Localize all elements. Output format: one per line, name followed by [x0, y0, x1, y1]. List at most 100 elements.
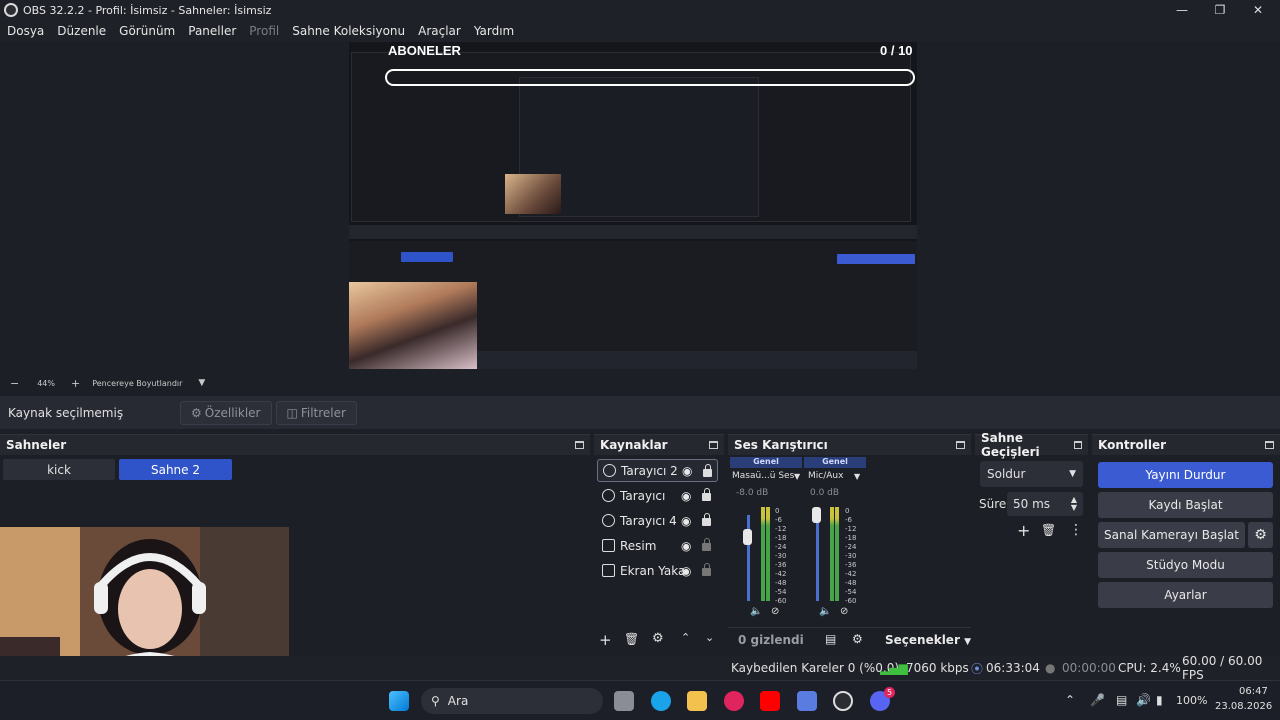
- unlock-icon[interactable]: [702, 538, 711, 551]
- studio-mode-button[interactable]: Stüdyo Modu: [1098, 552, 1273, 578]
- windows-start-icon[interactable]: [389, 691, 409, 711]
- gear-icon[interactable]: ⚙: [1248, 522, 1273, 548]
- menu-paneller[interactable]: Paneller: [188, 24, 236, 38]
- channel-2-name[interactable]: Mic/Aux: [808, 471, 843, 481]
- chevron-up-icon[interactable]: ⌃: [1065, 693, 1075, 707]
- menu-sahne-koleksiyonu[interactable]: Sahne Koleksiyonu: [292, 24, 405, 38]
- taskbar-search[interactable]: ⚲ Ara: [421, 688, 603, 714]
- source-item-resim[interactable]: Resim ◉: [597, 534, 718, 557]
- settings-button[interactable]: Ayarlar: [1098, 582, 1273, 608]
- transition-select[interactable]: Soldur ▼: [980, 461, 1083, 487]
- eye-icon[interactable]: ◉: [682, 464, 692, 478]
- trash-icon[interactable]: 🗑: [624, 632, 639, 646]
- trash-icon[interactable]: 🗑: [1041, 523, 1056, 537]
- gear-icon[interactable]: ⚙: [852, 632, 863, 646]
- record-icon: ●: [1045, 661, 1056, 675]
- app-icon[interactable]: [797, 691, 817, 711]
- more-options-icon[interactable]: ⋮: [1069, 522, 1083, 538]
- cpu-usage: CPU: 2.4%: [1118, 661, 1181, 675]
- eye-icon[interactable]: ◉: [681, 564, 691, 578]
- channel-1-name[interactable]: Masaü...ü Ses: [732, 471, 794, 481]
- zoom-out-button[interactable]: −: [10, 377, 19, 390]
- preview-canvas[interactable]: [349, 42, 917, 369]
- mute-icon[interactable]: ⊘: [771, 606, 779, 617]
- lock-icon[interactable]: [703, 464, 712, 477]
- menu-profil[interactable]: Profil: [249, 24, 279, 38]
- volume-icon[interactable]: 🔊: [1136, 693, 1151, 707]
- edge-icon[interactable]: [651, 691, 671, 711]
- channel-2-fader[interactable]: [816, 515, 819, 601]
- fit-to-window[interactable]: Pencereye Boyutlandır: [92, 379, 182, 388]
- add-source-icon[interactable]: +: [599, 631, 612, 649]
- eye-icon[interactable]: ◉: [681, 539, 691, 553]
- stepper-icon[interactable]: ▲ ▼: [1071, 496, 1077, 512]
- start-recording-button[interactable]: Kaydı Başlat: [1098, 492, 1273, 518]
- source-item-tarayici[interactable]: Tarayıcı ◉: [597, 484, 718, 507]
- lock-icon[interactable]: [702, 488, 711, 501]
- move-up-icon[interactable]: ⌃: [681, 631, 690, 644]
- popout-icon[interactable]: [709, 441, 718, 449]
- duration-input[interactable]: 50 ms ▲ ▼: [1007, 492, 1083, 516]
- chevron-down-icon[interactable]: ▼: [854, 472, 860, 481]
- scene-item-kick[interactable]: kick: [3, 459, 115, 480]
- filters-button[interactable]: ◫ Filtreler: [275, 400, 357, 425]
- move-down-icon[interactable]: ⌄: [705, 631, 714, 644]
- menu-yardim[interactable]: Yardım: [474, 24, 514, 38]
- clock-time[interactable]: 06:47: [1239, 686, 1268, 697]
- youtube-icon[interactable]: [760, 691, 780, 711]
- notification-badge: 5: [884, 687, 895, 698]
- clock-date[interactable]: 23.08.2026: [1215, 701, 1272, 712]
- channel-1-fader-knob[interactable]: [743, 529, 752, 545]
- channel-2-fader-knob[interactable]: [812, 507, 821, 523]
- task-view-icon[interactable]: [614, 691, 634, 711]
- maximize-icon[interactable]: ❐: [1200, 0, 1240, 20]
- menu-araclar[interactable]: Araçlar: [418, 24, 461, 38]
- meter-tick-label: -30: [775, 552, 787, 560]
- microphone-icon[interactable]: 🎤: [1090, 693, 1105, 707]
- eye-icon[interactable]: ◉: [681, 489, 691, 503]
- unlock-icon[interactable]: [702, 563, 711, 576]
- title-bar: OBS 32.2.2 - Profil: İsimsiz - Sahneler:…: [0, 0, 1280, 20]
- chevron-down-icon[interactable]: ▼: [198, 378, 205, 388]
- menu-gorunum[interactable]: Görünüm: [119, 24, 175, 38]
- menu-dosya[interactable]: Dosya: [7, 24, 44, 38]
- popout-icon[interactable]: [956, 441, 965, 449]
- chevron-down-icon[interactable]: ▼: [794, 472, 800, 481]
- stop-stream-button[interactable]: Yayını Durdur: [1098, 462, 1273, 488]
- mute-icon[interactable]: ⊘: [840, 606, 848, 617]
- layout-icon[interactable]: ▤: [825, 632, 836, 646]
- battery-icon[interactable]: ▮: [1156, 693, 1163, 707]
- stream-icon: ⦿: [971, 661, 984, 676]
- scene-item-sahne-2[interactable]: Sahne 2: [119, 459, 232, 480]
- gear-icon[interactable]: ⚙: [652, 631, 664, 646]
- meter-tick-label: -6: [775, 516, 782, 524]
- popout-icon[interactable]: [575, 441, 584, 449]
- speaker-icon[interactable]: 🔈: [819, 606, 831, 617]
- file-explorer-icon[interactable]: [687, 691, 707, 711]
- popout-icon[interactable]: [1265, 441, 1274, 449]
- meter-tick-label: -54: [845, 588, 857, 596]
- source-item-tarayici-4[interactable]: Tarayıcı 4 ◉: [597, 509, 718, 532]
- minimize-icon[interactable]: —: [1162, 0, 1202, 20]
- options-button[interactable]: Seçenekler ▼: [885, 633, 971, 647]
- obs-icon[interactable]: [833, 691, 853, 711]
- start-virtual-camera-button[interactable]: Sanal Kamerayı Başlat: [1098, 522, 1245, 548]
- popout-icon[interactable]: [1073, 441, 1082, 449]
- network-icon[interactable]: ▤: [1116, 693, 1127, 707]
- add-transition-icon[interactable]: +: [1017, 521, 1030, 540]
- media-app-icon[interactable]: [724, 691, 744, 711]
- menu-duzenle[interactable]: Düzenle: [57, 24, 106, 38]
- properties-button[interactable]: ⚙ Özellikler: [180, 400, 272, 425]
- lock-icon[interactable]: [702, 513, 711, 526]
- eye-icon[interactable]: ◉: [681, 514, 691, 528]
- close-icon[interactable]: ✕: [1238, 0, 1278, 20]
- sources-header: Kaynaklar: [594, 435, 724, 455]
- mixer-title: Ses Karıştırıcı: [734, 438, 828, 452]
- channel-1-fader[interactable]: [747, 515, 750, 601]
- zoom-in-button[interactable]: +: [71, 377, 80, 390]
- source-item-tarayici-2[interactable]: Tarayıcı 2 ◉: [597, 459, 718, 482]
- source-item-ekran-yaka[interactable]: Ekran Yaka ◉: [597, 559, 718, 582]
- bitrate: 7060 kbps: [906, 661, 969, 675]
- meter-tick-label: -36: [845, 561, 857, 569]
- speaker-icon[interactable]: 🔈: [750, 606, 762, 617]
